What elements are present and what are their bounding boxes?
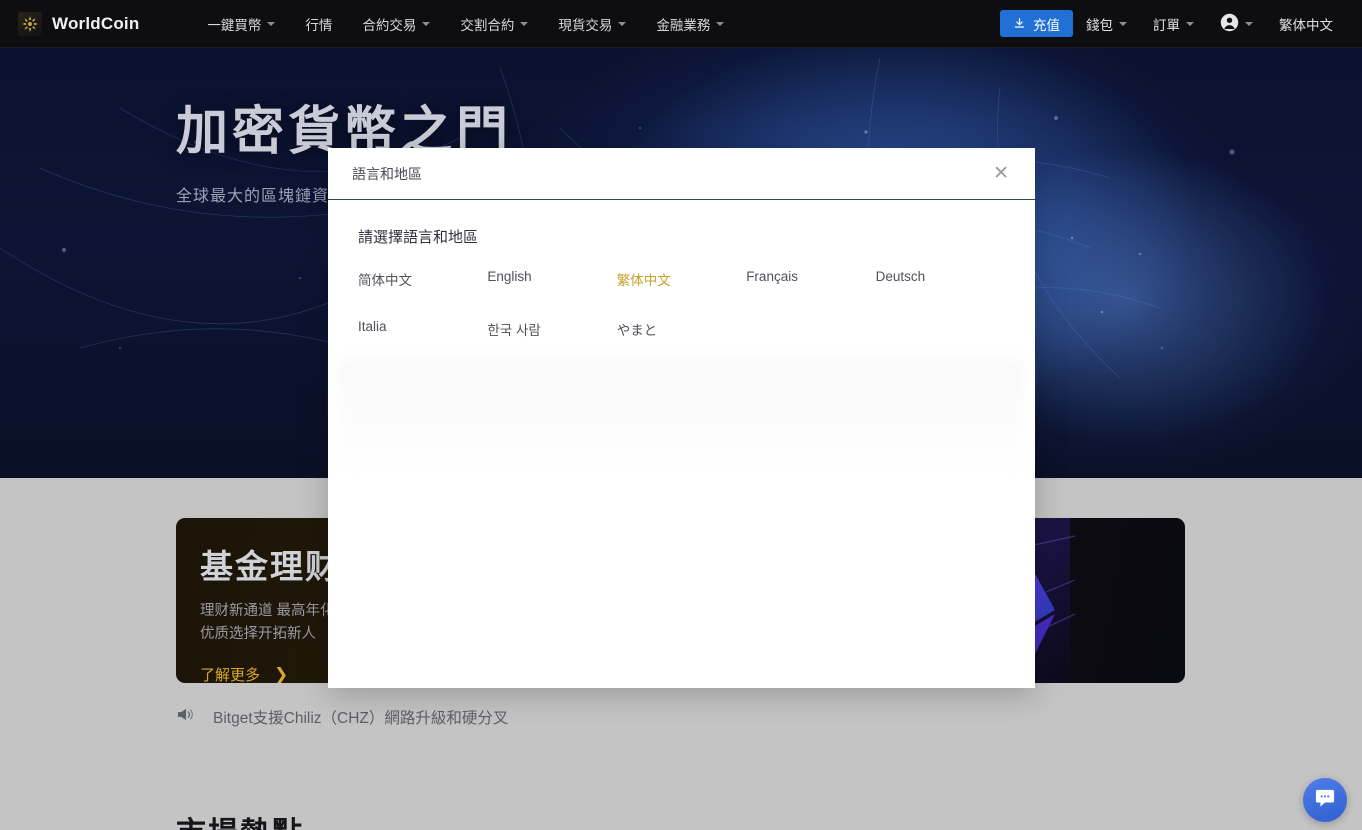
brand[interactable]: WorldCoin — [18, 11, 140, 36]
section-heading: 市場熱點 — [176, 808, 304, 830]
learn-more-label: 了解更多 — [200, 667, 261, 683]
language-region-modal: 語言和地區 ✕ 請選擇語言和地區 简体中文 English 繁体中文 Franç… — [328, 148, 1035, 688]
worldcoin-logo-icon — [18, 11, 42, 36]
modal-title: 語言和地區 — [352, 165, 422, 182]
language-label: 繁体中文 — [1279, 17, 1333, 33]
nav-label: 合約交易 — [362, 17, 417, 33]
language-option-korean[interactable]: 한국 사람 — [487, 319, 616, 339]
language-option-traditional-chinese[interactable]: 繁体中文 — [617, 269, 746, 289]
promo-line-2: 优质选择开拓新人 — [200, 626, 316, 643]
chevron-down-icon — [422, 21, 431, 26]
learn-more-button[interactable]: 了解更多 ❯ — [200, 664, 340, 683]
modal-body: 請選擇語言和地區 简体中文 English 繁体中文 Français Deut… — [328, 200, 1035, 688]
wallet-label: 錢包 — [1086, 17, 1113, 33]
language-option-japanese[interactable]: やまと — [617, 319, 746, 339]
nav-item-delivery-contract[interactable]: 交割合約 — [446, 8, 542, 40]
chevron-down-icon — [267, 21, 276, 26]
user-account-icon — [1220, 13, 1239, 35]
nav-label: 現貨交易 — [558, 17, 613, 33]
nav-item-buy-crypto[interactable]: 一鍵買幣 — [193, 8, 289, 40]
promo-banner-text: 基金理财 理财新通道 最高年化 优质选择开拓新人 了解更多 ❯ — [200, 540, 340, 683]
orders-label: 訂單 — [1153, 17, 1180, 33]
promo-line-1: 理财新通道 最高年化 — [200, 603, 335, 619]
nav-label: 交割合約 — [460, 17, 515, 33]
chat-bubble-icon — [1314, 788, 1336, 813]
modal-faded-region — [338, 360, 1025, 478]
language-option-german[interactable]: Deutsch — [876, 269, 1005, 289]
language-selector[interactable]: 繁体中文 — [1266, 8, 1346, 40]
promo-banner-title: 基金理财 — [200, 548, 340, 585]
promo-banner-subtitle: 理财新通道 最高年化 优质选择开拓新人 — [200, 600, 340, 646]
nav-item-markets[interactable]: 行情 — [291, 8, 346, 40]
chevron-down-icon — [520, 21, 529, 26]
account-menu[interactable] — [1207, 7, 1266, 41]
speaker-icon — [176, 707, 195, 727]
page-root: WorldCoin 一鍵買幣 行情 合約交易 交割合約 現貨交易 金融業務 充值… — [0, 0, 1362, 830]
modal-header: 語言和地區 ✕ — [328, 148, 1035, 200]
orders-menu[interactable]: 訂單 — [1140, 8, 1207, 40]
chevron-down-icon — [1119, 21, 1127, 26]
announcement-row[interactable]: Bitget支援Chiliz（CHZ）網路升級和硬分叉 — [176, 706, 508, 728]
announcement-text: Bitget支援Chiliz（CHZ）網路升級和硬分叉 — [213, 710, 509, 727]
chevron-down-icon — [618, 21, 627, 26]
nav-label: 行情 — [305, 17, 333, 33]
site-header: WorldCoin 一鍵買幣 行情 合約交易 交割合約 現貨交易 金融業務 充值… — [0, 0, 1362, 48]
language-options-grid: 简体中文 English 繁体中文 Français Deutsch Itali… — [358, 269, 1005, 339]
chevron-right-icon: ❯ — [274, 664, 289, 683]
language-option-italian[interactable]: Italia — [358, 319, 487, 339]
deposit-button[interactable]: 充值 — [1000, 10, 1073, 37]
nav-item-spot-trading[interactable]: 現貨交易 — [544, 8, 640, 40]
chat-widget-button[interactable] — [1303, 778, 1347, 822]
language-option-english[interactable]: English — [487, 269, 616, 289]
chevron-down-icon — [716, 21, 725, 26]
language-option-french[interactable]: Français — [746, 269, 875, 289]
nav-label: 金融業務 — [656, 17, 711, 33]
nav-label: 一鍵買幣 — [207, 17, 262, 33]
language-option-simplified-chinese[interactable]: 简体中文 — [358, 269, 487, 289]
nav-item-futures[interactable]: 合約交易 — [348, 8, 444, 40]
brand-name: WorldCoin — [52, 13, 140, 33]
modal-subtitle: 請選擇語言和地區 — [358, 229, 479, 246]
chevron-down-icon — [1186, 21, 1194, 26]
header-actions: 充值 錢包 訂單 繁体中文 — [1000, 7, 1346, 41]
deposit-button-label: 充值 — [1033, 17, 1060, 33]
download-icon — [1013, 17, 1026, 30]
chevron-down-icon — [1245, 21, 1253, 26]
primary-nav: 一鍵買幣 行情 合約交易 交割合約 現貨交易 金融業務 — [193, 8, 738, 40]
nav-item-finance[interactable]: 金融業務 — [642, 8, 738, 40]
wallet-menu[interactable]: 錢包 — [1073, 8, 1140, 40]
close-icon[interactable]: ✕ — [991, 160, 1011, 187]
